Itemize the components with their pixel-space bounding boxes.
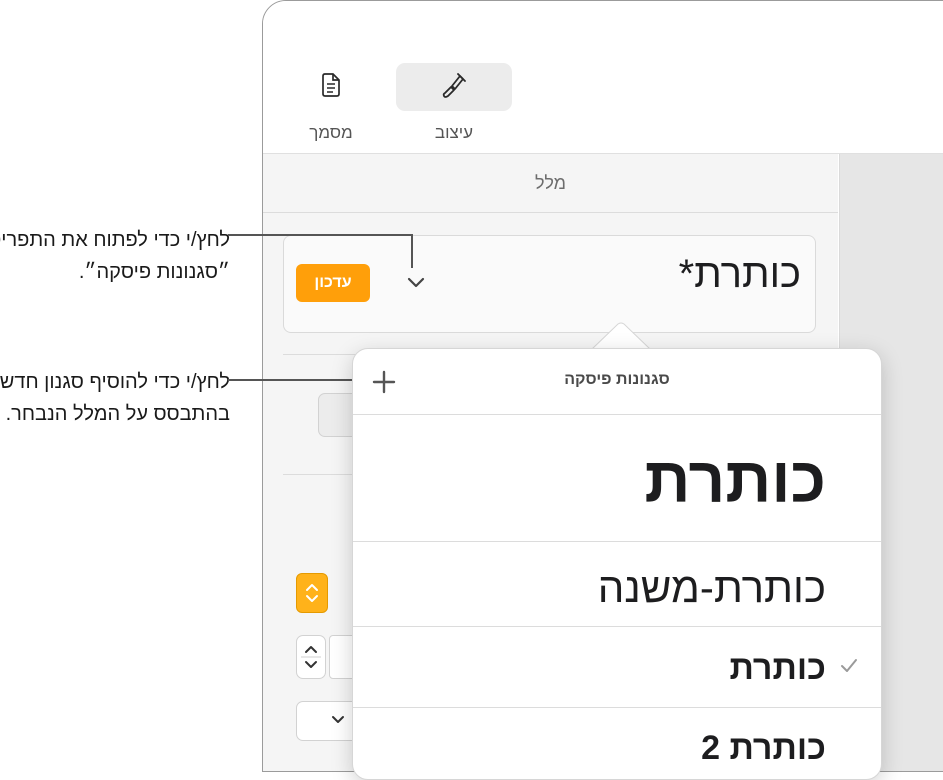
format-button[interactable] (396, 63, 512, 111)
document-button[interactable] (273, 63, 389, 111)
chevron-down-icon (331, 713, 345, 732)
style-item-subtitle[interactable]: כותרת-משנה (353, 542, 881, 626)
document-icon (320, 71, 342, 104)
font-select-stepper[interactable] (296, 573, 328, 613)
style-item-label: כותרת (729, 649, 826, 687)
callout-open-menu: לחץ/י כדי לפתוח את התפריט ״סגנונות פיסקה… (0, 229, 230, 283)
paragraph-style-selector[interactable]: כותרת* עדכון (283, 235, 816, 333)
current-style-name: כותרת* (678, 252, 801, 296)
stepper-icon (297, 646, 325, 682)
document-label: מסמך (309, 123, 353, 142)
checkmark-icon (839, 657, 859, 680)
size-stepper[interactable] (296, 635, 326, 679)
update-button[interactable]: עדכון (296, 264, 370, 302)
paragraph-styles-popover: סגנונות פיסקה כותרת כותרת-משנה כותרת כות… (352, 348, 882, 780)
style-item-title[interactable]: כותרת (353, 415, 881, 541)
leader-line-add (228, 379, 368, 381)
popover-title: סגנונות פיסקה (564, 371, 670, 388)
updown-chevron-icon (297, 584, 327, 616)
format-label: עיצוב (434, 123, 474, 142)
style-item-label: כותרת-משנה (597, 564, 826, 611)
leader-line-menu-down (411, 234, 413, 268)
plus-icon[interactable] (369, 367, 399, 397)
style-item-heading-2[interactable]: כותרת 2 (353, 708, 881, 778)
chevron-down-icon[interactable] (404, 270, 428, 294)
paintbrush-icon (441, 71, 467, 104)
style-item-label: כותרת 2 (701, 729, 826, 767)
leader-line-menu (228, 234, 412, 236)
callout-add-style: לחץ/י כדי להוסיף סגנון חדש בהתבסס על המל… (0, 371, 230, 425)
tab-text[interactable]: מלל (263, 154, 838, 213)
style-item-label: כותרת (644, 444, 826, 516)
toolbar: עיצוב מסמך (263, 1, 943, 154)
style-item-heading[interactable]: כותרת (353, 627, 881, 707)
